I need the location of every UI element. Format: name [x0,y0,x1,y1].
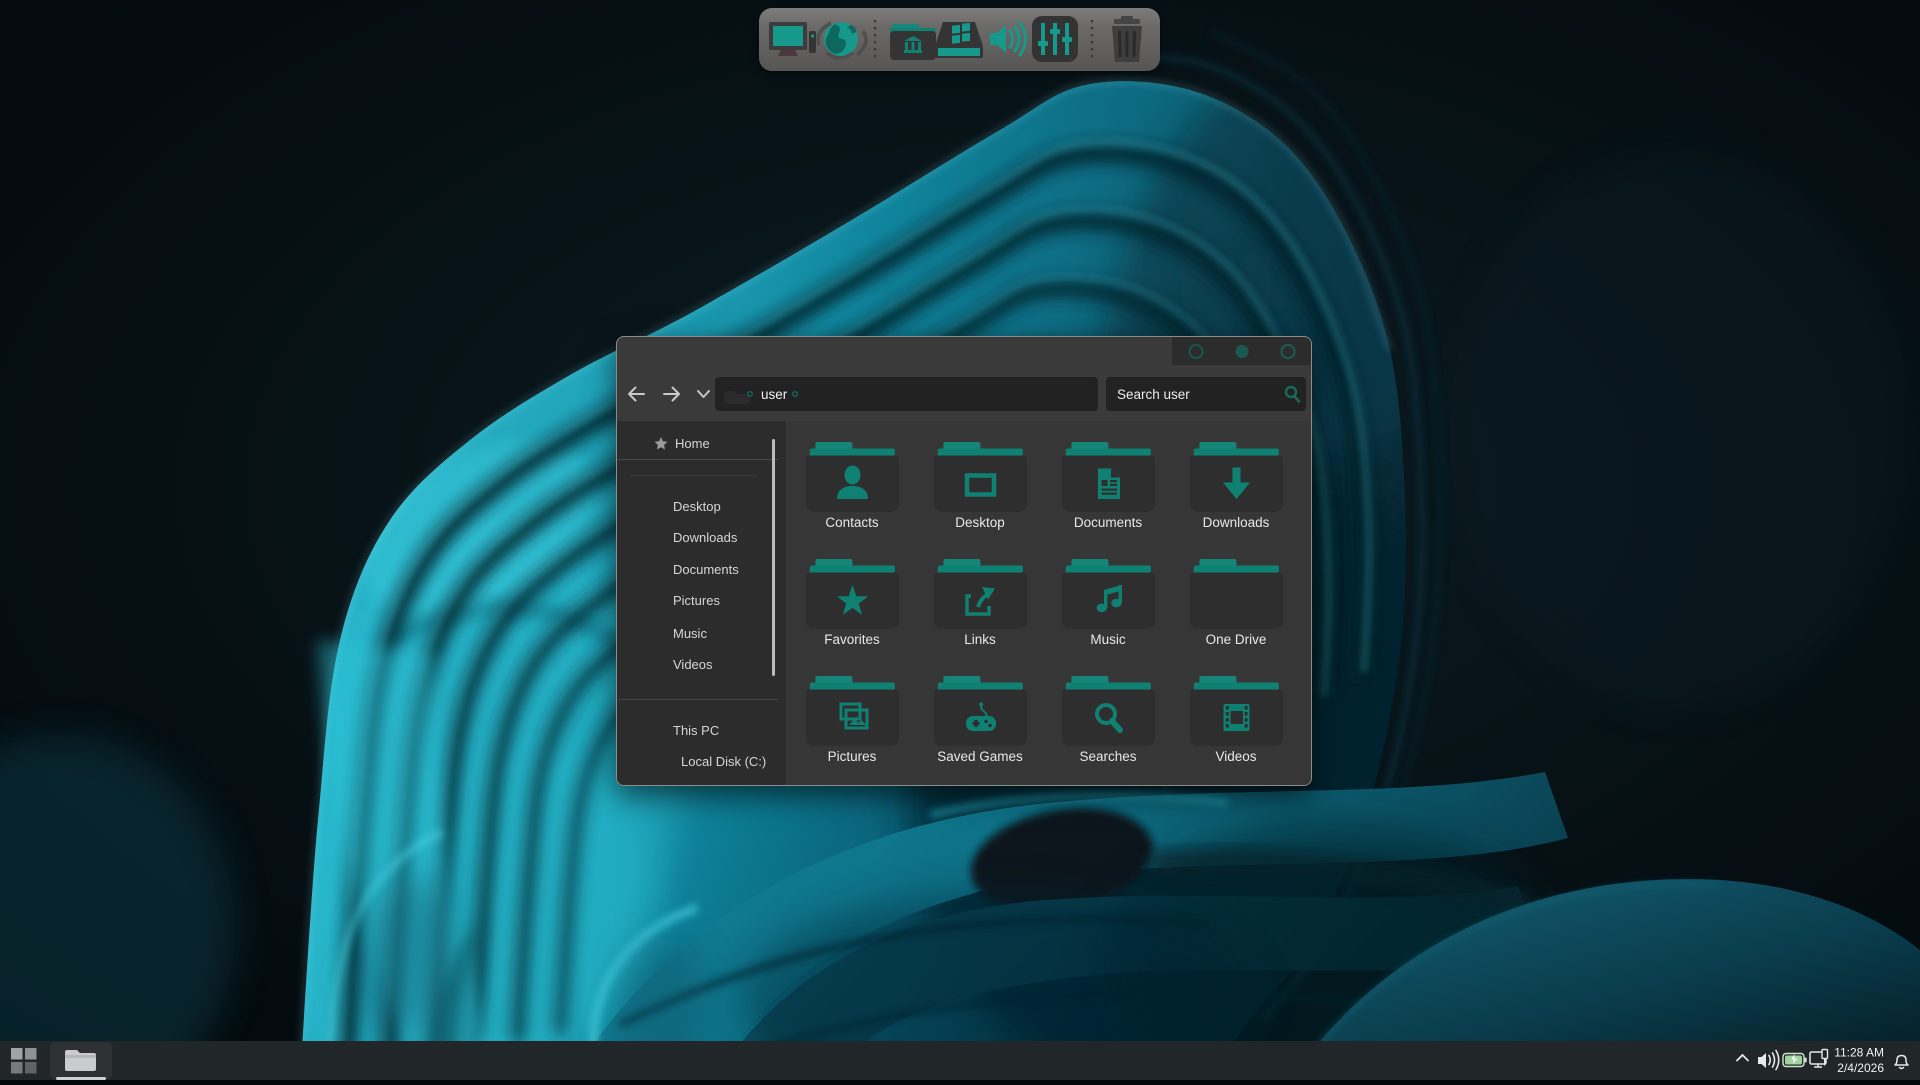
svg-text:11:28 AM: 11:28 AM [1834,1046,1884,1060]
svg-text:2/4/2026: 2/4/2026 [1837,1061,1884,1075]
svg-text:user: user [761,387,788,402]
svg-text:Search user: Search user [1117,387,1190,402]
